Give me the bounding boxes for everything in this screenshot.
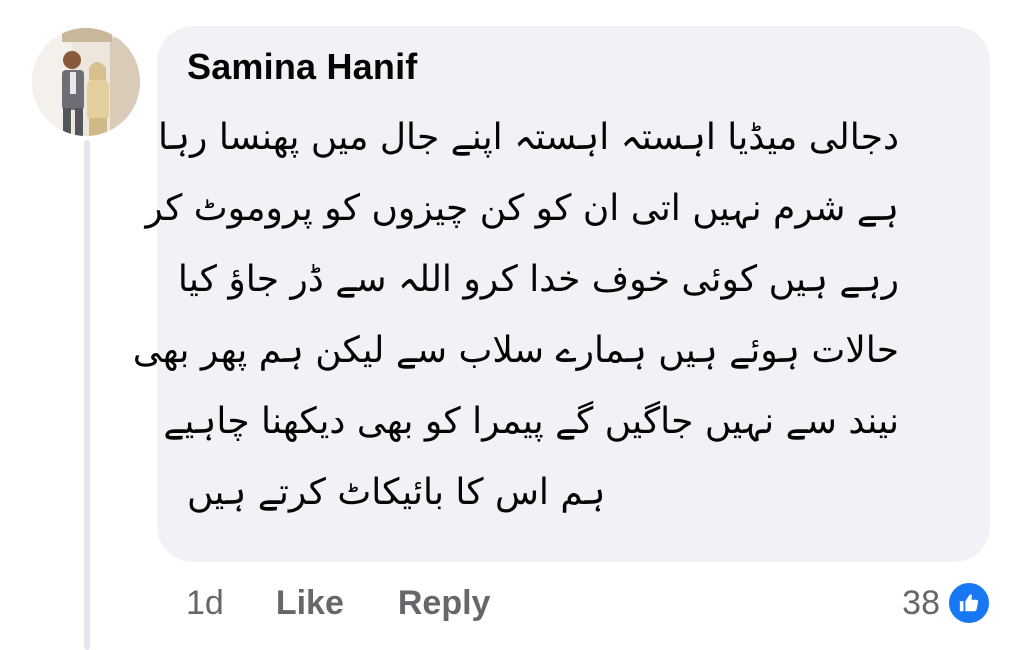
avatar[interactable]	[32, 28, 140, 136]
thumbs-up-icon	[946, 580, 992, 626]
comment-bubble: Samina Hanif دجالی میڈیا اہستہ اہستہ اپن…	[132, 26, 990, 562]
profile-photo	[32, 28, 140, 136]
reply-thread-line	[84, 140, 90, 650]
comment-author-name[interactable]: Samina Hanif	[187, 46, 417, 88]
comment-text-line: ہے شرم نہیں اتی ان کو کن چیزوں کو پروموٹ…	[145, 188, 899, 229]
reply-button[interactable]: Reply	[398, 584, 491, 623]
comment-text-line: حالات ہوئے ہیں ہمارے سلاب سے لیکن ہم پھر…	[132, 330, 899, 371]
comment-body: دجالی میڈیا اہستہ اہستہ اپنے جال میں پھن…	[132, 102, 899, 528]
comment-text-line: دجالی میڈیا اہستہ اہستہ اپنے جال میں پھن…	[157, 117, 899, 158]
comment-actions: 1d Like Reply	[186, 578, 544, 628]
comment-text-line: ہم اس کا بائیکاٹ کرتے ہیں	[187, 472, 606, 513]
comment-thread: Samina Hanif دجالی میڈیا اہستہ اہستہ اپن…	[0, 0, 1024, 650]
like-button[interactable]: Like	[276, 584, 344, 623]
comment-timestamp[interactable]: 1d	[186, 584, 224, 623]
comment-text-line: نیند سے نہیں جاگیں گے پیمرا کو بھی دیکھن…	[163, 401, 899, 442]
reaction-count: 38	[902, 583, 940, 622]
comment-text-line: رہے ہیں کوئی خوف خدا کرو اللہ سے ڈر جاؤ …	[177, 259, 899, 300]
reaction-summary[interactable]: 38	[902, 578, 992, 628]
